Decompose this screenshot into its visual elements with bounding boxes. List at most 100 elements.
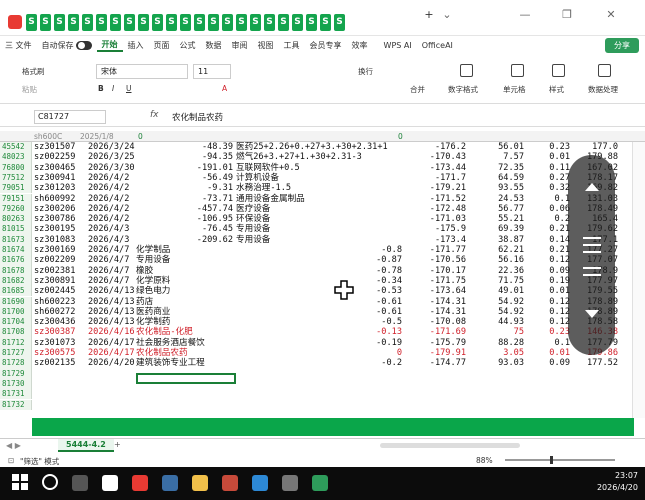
table-cell[interactable]: 56.16 [466,255,524,265]
row-number[interactable]: 48023 [0,152,32,163]
table-cell[interactable]: -191.01 [163,163,233,173]
table-cell[interactable]: -106.95 [163,214,233,224]
table-row[interactable]: 48023 sz002259 2026/3/25 -94.35 燃气26+3.+27+1… [0,152,632,163]
table-cell[interactable]: 2026/4/13 [88,307,135,317]
table-row[interactable]: 81678 sz002381 2026/4/7 橡胶 -0.78 -170.17 22.36… [0,265,632,276]
document-tab[interactable]: S [236,14,247,31]
table-cell[interactable]: -171.69 [402,327,466,337]
table-cell[interactable]: 0.14 [524,235,570,245]
table-row[interactable]: 79151 sh600992 2026/4/2 -73.71 通用设备金属制品 -171.… [0,193,632,204]
table-cell[interactable]: 2026/4/7 [88,276,129,286]
table-cell[interactable]: 化学制药 [136,317,170,327]
row-number[interactable]: 79151 [0,193,32,204]
table-row[interactable]: 81676 sz002209 2026/4/7 专用设备 -0.87 -170.56 56.… [0,255,632,266]
table-cell[interactable]: -0.87 [336,255,402,265]
new-tab-button[interactable]: + [422,8,436,22]
store-icon[interactable] [252,475,268,491]
table-cell[interactable]: -171.52 [402,194,466,204]
share-button[interactable]: 分享 [605,38,639,53]
table-cell[interactable]: sz300195 [34,224,75,234]
table-cell[interactable]: 72.35 [466,163,524,173]
document-tab[interactable]: S [26,14,37,31]
table-cell[interactable]: 社会服务酒店餐饮 [136,338,205,348]
table-cell[interactable]: sz300575 [34,348,75,358]
wps-ai-button[interactable]: WPS AI [379,41,417,50]
table-cell[interactable]: -174.77 [402,358,466,368]
table-cell[interactable]: -175.79 [402,338,466,348]
menu-efficiency[interactable]: 效率 [347,40,373,51]
table-cell[interactable]: 药店 [136,297,153,307]
table-cell[interactable]: 62.21 [466,245,524,255]
header-cell-d[interactable]: 0 [398,131,403,142]
vertical-scrollbar[interactable] [632,142,645,418]
app-icon[interactable] [282,475,298,491]
table-cell[interactable]: 2026/4/13 [88,286,135,296]
start-icon[interactable] [12,474,28,490]
table-row[interactable]: 81674 sz300169 2026/4/7 化学制品 -0.8 -171.77 62.2… [0,245,632,256]
table-cell[interactable]: sz300465 [34,163,75,173]
document-tab[interactable]: S [208,14,219,31]
clock-time[interactable]: 23:07 [570,471,638,480]
row-number[interactable]: 81690 [0,296,32,307]
sheet-tab[interactable]: 5444-4.2 [58,439,114,452]
table-cell[interactable]: sz002135 [34,358,75,368]
table-row[interactable]: 79051 sz301203 2026/4/2 -9.31 水務治理-1.5 -179.2… [0,183,632,194]
table-cell[interactable]: -0.78 [336,266,402,276]
table-cell[interactable]: -175.9 [402,224,466,234]
task-view-icon[interactable] [72,475,88,491]
table-cell[interactable]: 54.92 [466,307,524,317]
table-cell[interactable]: sz002209 [34,255,75,265]
document-tab[interactable]: S [222,14,233,31]
style-button[interactable]: 样式 [549,84,564,95]
table-row[interactable]: 81700 sh600272 2026/4/13 医药商业 -0.61 -174.31 54… [0,306,632,318]
table-cell[interactable]: 0.12 [524,307,570,317]
table-cell[interactable]: 橡胶 [136,266,153,276]
table-cell[interactable]: sh600223 [34,297,75,307]
row-number[interactable]: 81712 [0,337,32,348]
table-cell[interactable]: sz301203 [34,183,75,193]
table-cell[interactable]: 2026/4/13 [88,297,135,307]
row-number[interactable]: 81731 [0,389,32,400]
table-cell[interactable]: -172.48 [402,204,466,214]
row-number[interactable]: 81674 [0,245,32,256]
table-cell[interactable]: 2026/4/7 [88,266,129,276]
table-cell[interactable]: sh600272 [34,307,75,317]
table-row[interactable]: 45542 sz301507 2026/3/24 -48.39 医药25+2.26+0.… [0,142,632,153]
table-cell[interactable]: 0.06 [524,204,570,214]
table-cell[interactable]: 2026/4/13 [88,317,135,327]
table-cell[interactable]: sz301083 [34,235,75,245]
table-cell[interactable]: 环保设备 [236,214,270,224]
tab-list-chevron-icon[interactable]: ⌄ [440,8,454,22]
table-cell[interactable]: 0.23 [524,327,570,337]
table-cell[interactable]: sz300387 [34,327,75,337]
header-cell-a[interactable]: sh600C [34,131,62,142]
table-cell[interactable]: 农化制品-化肥 [136,327,193,337]
table-cell[interactable]: 建筑装饰专业工程 [136,358,205,368]
table-cell[interactable]: 2026/4/3 [88,235,129,245]
row-number[interactable]: 77512 [0,172,32,184]
row-number[interactable]: 81732 [0,399,32,410]
table-cell[interactable]: 0.09 [524,266,570,276]
table-cell[interactable]: 燃气26+3.+27+1.+30+2.31-3 [236,152,362,162]
font-color-button[interactable]: A [222,84,227,93]
document-tab[interactable]: S [278,14,289,31]
document-tab[interactable]: S [250,14,261,31]
table-row[interactable]: 81682 sz300891 2026/4/7 化学原料 -0.34 -171.75 71.… [0,275,632,287]
spreadsheet-grid[interactable]: 45542 sz301507 2026/3/24 -48.39 医药25+2.26+0.… [0,142,632,412]
table-cell[interactable]: 56.77 [466,204,524,214]
row-number[interactable]: 81678 [0,265,32,276]
table-cell[interactable]: 计算机设备 [236,173,279,183]
document-tab[interactable]: S [306,14,317,31]
table-cell[interactable]: 54.92 [466,297,524,307]
table-cell[interactable]: sz300891 [34,276,75,286]
table-cell[interactable]: 0.11 [524,163,570,173]
search-icon[interactable] [42,474,58,490]
document-tab[interactable]: S [292,14,303,31]
row-number[interactable]: 79260 [0,203,32,215]
table-cell[interactable]: 0.01 [524,286,570,296]
row-number[interactable]: 81728 [0,358,32,369]
row-number[interactable]: 80263 [0,214,32,225]
bold-button[interactable]: B [98,84,104,93]
font-family-select[interactable]: 宋体 [96,64,188,79]
document-tab[interactable]: S [124,14,135,31]
